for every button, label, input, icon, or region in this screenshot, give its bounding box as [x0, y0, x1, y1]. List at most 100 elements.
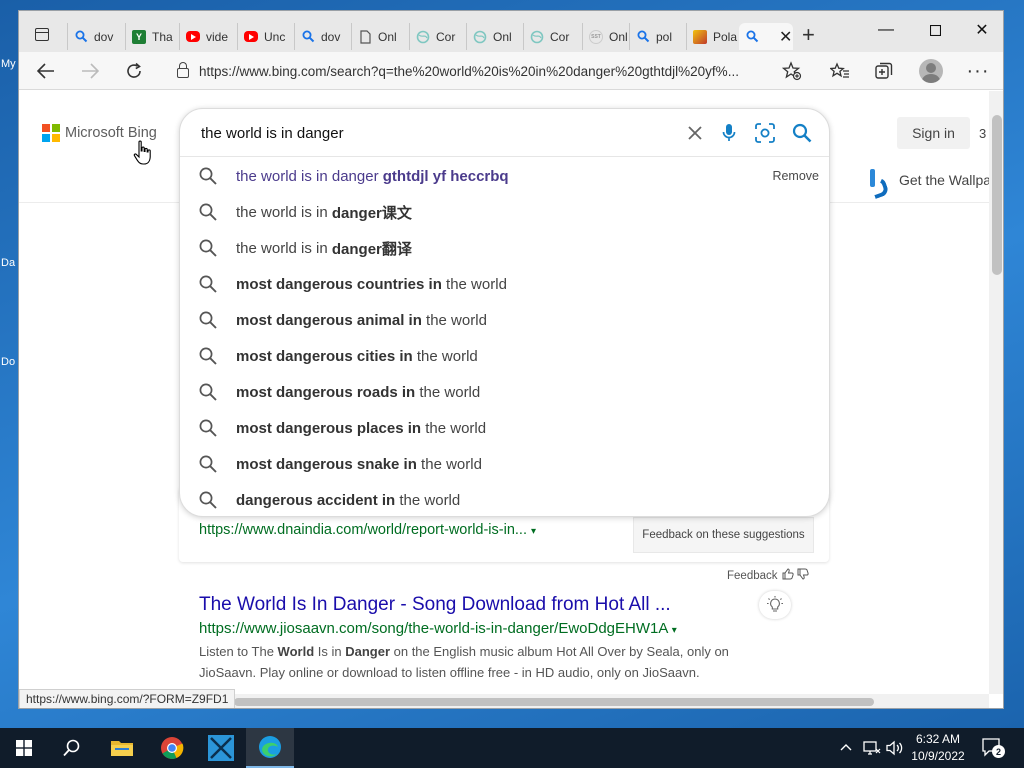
- browser-tab[interactable]: dov: [294, 23, 351, 50]
- vertical-scrollbar-thumb[interactable]: [992, 115, 1002, 275]
- suggestions-list: the world is in danger gthtdjl yf heccrb…: [180, 158, 829, 518]
- browser-tab[interactable]: SST Onl: [582, 23, 629, 50]
- tab-title: dov: [94, 29, 114, 44]
- horizontal-scrollbar-thumb[interactable]: [234, 698, 874, 706]
- hand-cursor-icon: [133, 140, 151, 165]
- browser-tab[interactable]: Cor: [409, 23, 466, 50]
- tab-title: Tha: [152, 29, 173, 44]
- result-url[interactable]: https://www.jiosaavn.com/song/the-world-…: [199, 620, 677, 637]
- suggestion-bold-text: dangerous accident in: [236, 491, 396, 509]
- browser-tab[interactable]: Cor: [523, 23, 582, 50]
- forward-button[interactable]: [75, 57, 105, 85]
- chrome-button[interactable]: [148, 728, 196, 768]
- search-input[interactable]: the world is in danger: [201, 125, 344, 142]
- result-title-link[interactable]: The World Is In Danger - Song Download f…: [199, 594, 671, 616]
- search-icon: [198, 238, 218, 262]
- tab-title: Cor: [436, 29, 456, 44]
- desktop-icon-label[interactable]: Do: [1, 356, 15, 368]
- microphone-icon[interactable]: [717, 121, 741, 145]
- tab-strip: dov Y Tha vide Unc dov Onl Cor Onl Cor SST Onl pol Po…: [19, 11, 1003, 52]
- add-favorite-button[interactable]: [777, 57, 807, 85]
- feedback-suggestions-button[interactable]: Feedback on these suggestions: [633, 517, 814, 553]
- browser-tab[interactable]: Onl: [466, 23, 523, 50]
- suggestion-item[interactable]: most dangerous animal in the world: [180, 302, 829, 338]
- chevron-down-icon[interactable]: ▾: [672, 625, 677, 636]
- wallpaper-promo-link[interactable]: Get the Wallpa: [869, 169, 989, 191]
- browser-tab[interactable]: Pola: [686, 23, 739, 50]
- thumbs-up-icon[interactable]: [782, 568, 794, 583]
- snippet-text: Is in: [314, 644, 346, 659]
- chrome-icon: [161, 737, 184, 759]
- suggestion-bold-text: most dangerous snake in: [236, 455, 417, 473]
- collections-button[interactable]: [869, 57, 899, 85]
- search-submit-icon[interactable]: [790, 121, 814, 145]
- browser-tab[interactable]: pol: [629, 23, 686, 50]
- suggestion-item[interactable]: the world is in danger课文: [180, 194, 829, 230]
- suggestion-item[interactable]: most dangerous countries in the world: [180, 266, 829, 302]
- taskbar-clock[interactable]: 6:32 AM 10/9/2022: [906, 731, 970, 765]
- search-icon: [198, 310, 218, 334]
- tab-actions-button[interactable]: [29, 21, 55, 47]
- rewards-points[interactable]: 3: [979, 126, 986, 141]
- maximize-button[interactable]: [912, 17, 958, 43]
- browser-tab[interactable]: vide: [179, 23, 237, 50]
- clear-icon[interactable]: [683, 121, 707, 145]
- visual-search-icon[interactable]: [753, 121, 777, 145]
- suggestion-item[interactable]: the world is in danger翻译: [180, 230, 829, 266]
- start-button[interactable]: [0, 728, 48, 768]
- new-tab-button[interactable]: +: [802, 23, 815, 47]
- browser-tab[interactable]: Onl: [351, 23, 409, 50]
- chevron-up-icon[interactable]: [840, 740, 852, 755]
- suggestion-item[interactable]: most dangerous places in the world: [180, 410, 829, 446]
- volume-icon[interactable]: [886, 740, 904, 759]
- back-button[interactable]: [31, 57, 61, 85]
- suggestion-text: the world: [421, 311, 487, 329]
- feedback-text: Feedback: [727, 569, 778, 582]
- chevron-down-icon[interactable]: ▾: [531, 526, 536, 537]
- suggestion-text: the world: [395, 491, 461, 509]
- address-url: https://www.bing.com/search?q=the%20worl…: [199, 63, 739, 79]
- close-window-button[interactable]: ✕: [959, 17, 1003, 43]
- suggestion-item[interactable]: most dangerous snake in the world: [180, 446, 829, 482]
- close-tab-icon[interactable]: ✕: [779, 27, 792, 47]
- app-button[interactable]: [197, 728, 245, 768]
- suggestion-bold-text: most dangerous places in: [236, 419, 422, 437]
- refresh-button[interactable]: [119, 57, 149, 85]
- forward-arrow-icon: [82, 63, 99, 79]
- suggestion-history-item[interactable]: the world is in danger gthtdjl yf heccrb…: [180, 158, 829, 194]
- suggestion-bold-text: most dangerous roads in: [236, 383, 416, 401]
- search-icon: [301, 30, 315, 44]
- settings-more-button[interactable]: ···: [963, 57, 993, 85]
- remove-history-link[interactable]: Remove: [772, 169, 819, 183]
- taskbar-search-button[interactable]: [48, 728, 96, 768]
- minimize-button[interactable]: —: [863, 17, 909, 43]
- suggestion-item[interactable]: dangerous accident in the world: [180, 482, 829, 518]
- file-explorer-button[interactable]: [98, 728, 146, 768]
- browser-tab[interactable]: dov: [67, 23, 125, 50]
- browser-tab[interactable]: Unc: [237, 23, 294, 50]
- result-url-text: https://www.jiosaavn.com/song/the-world-…: [199, 620, 668, 637]
- edge-button[interactable]: [246, 728, 294, 768]
- card-url[interactable]: https://www.dnaindia.com/world/report-wo…: [199, 522, 536, 538]
- suggestion-text: the world: [415, 383, 481, 401]
- suggestion-text: the world: [441, 275, 507, 293]
- thumbs-down-icon[interactable]: [797, 568, 809, 583]
- suggestion-text: the world: [416, 455, 482, 473]
- feedback-link[interactable]: Feedback: [727, 568, 809, 583]
- sign-in-button[interactable]: Sign in: [897, 117, 970, 149]
- favorites-button[interactable]: [825, 57, 855, 85]
- address-bar[interactable]: https://www.bing.com/search?q=the%20worl…: [169, 57, 811, 85]
- suggestion-item[interactable]: most dangerous roads in the world: [180, 374, 829, 410]
- profile-avatar[interactable]: [919, 59, 943, 83]
- lightbulb-icon[interactable]: [759, 591, 791, 619]
- desktop-icon-label[interactable]: My: [1, 58, 16, 70]
- tab-active[interactable]: ✕: [739, 23, 793, 50]
- network-icon[interactable]: [863, 740, 881, 759]
- suggestion-text: the world is in: [236, 203, 332, 221]
- suggestion-item[interactable]: most dangerous cities in the world: [180, 338, 829, 374]
- browser-tab[interactable]: Y Tha: [125, 23, 179, 50]
- notification-center-button[interactable]: 2: [982, 738, 1005, 758]
- vertical-scrollbar[interactable]: [989, 91, 1003, 694]
- desktop-icon-label[interactable]: Da: [1, 257, 15, 269]
- search-input-row[interactable]: the world is in danger: [180, 109, 829, 157]
